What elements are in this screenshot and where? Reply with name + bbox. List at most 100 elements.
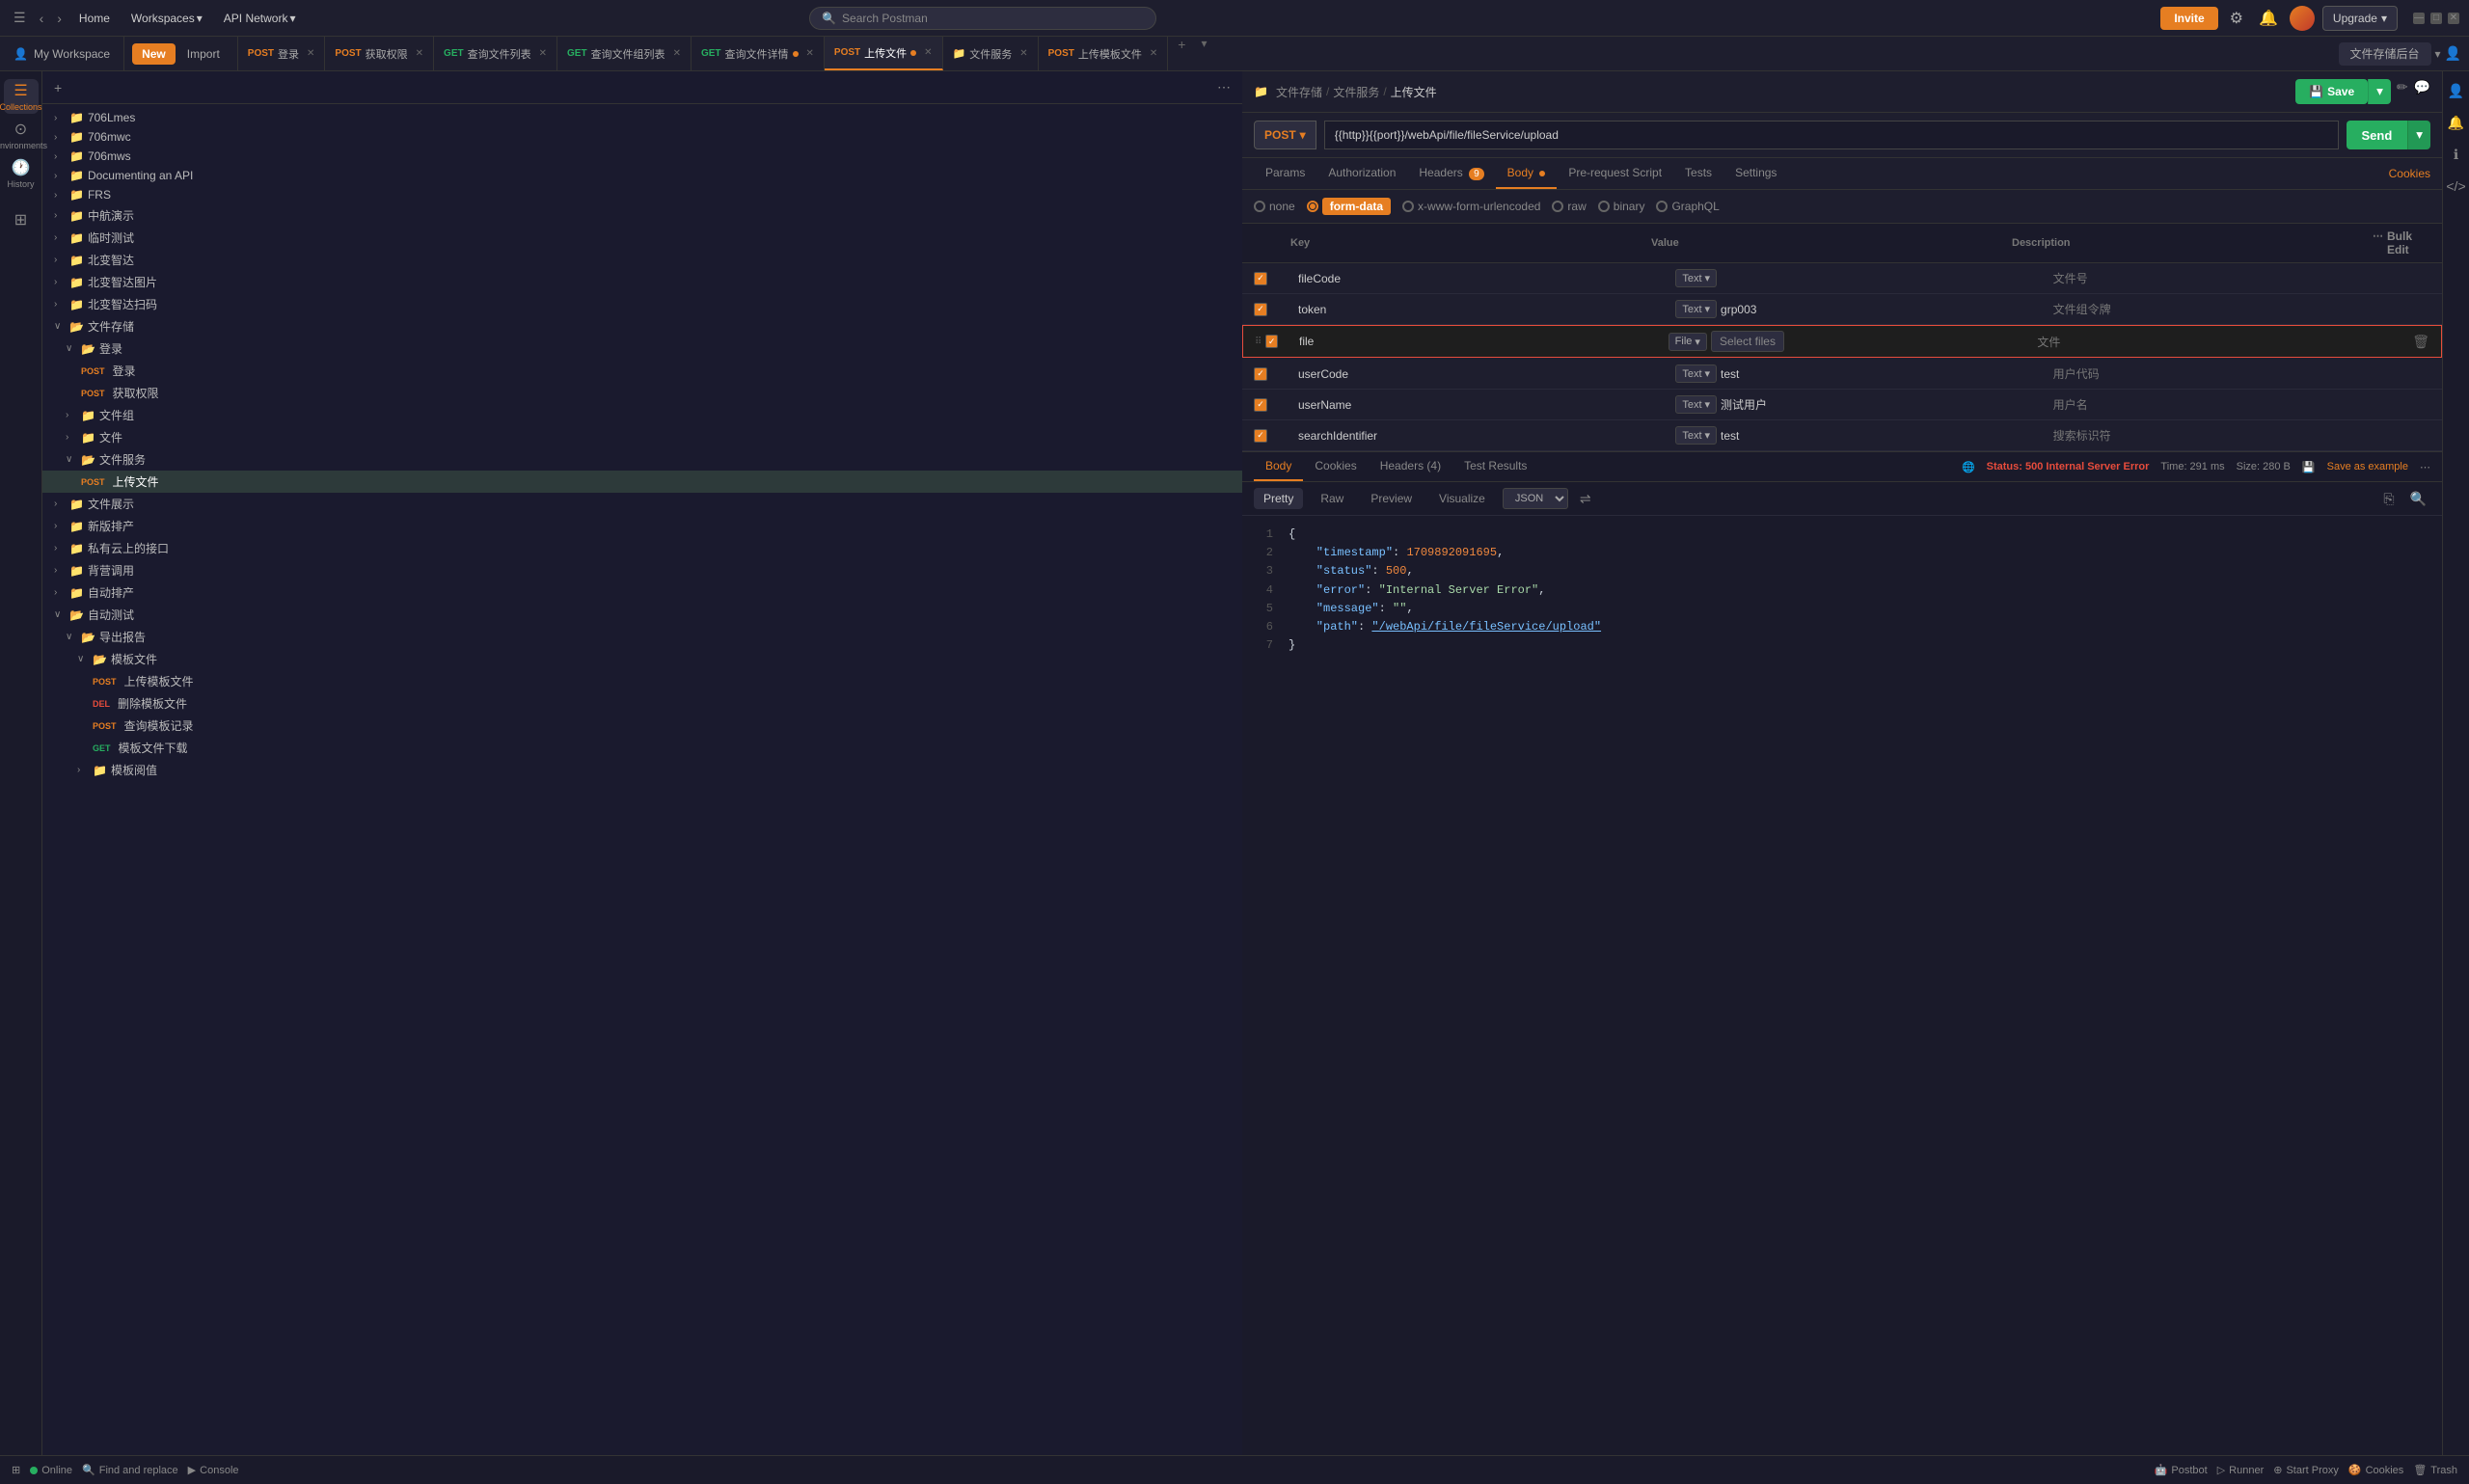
right-icon-person[interactable]: 👤: [2444, 79, 2468, 103]
param-key-username[interactable]: userName: [1290, 398, 1675, 412]
breadcrumb-part2[interactable]: 文件服务: [1333, 84, 1379, 100]
find-replace-button[interactable]: 🔍 Find and replace: [82, 1464, 178, 1476]
tree-item-docapi[interactable]: › 📁 Documenting an API: [42, 166, 1242, 185]
save-example-link[interactable]: Save as example: [2327, 461, 2408, 472]
settings-icon[interactable]: ⚙: [2226, 5, 2247, 32]
tab-close-icon[interactable]: ✕: [539, 48, 547, 59]
param-desc-usercode[interactable]: 用户代码: [2046, 365, 2430, 382]
new-button[interactable]: New: [132, 43, 176, 65]
tree-item-getauth-req[interactable]: POST 获取权限: [42, 382, 1242, 404]
json-tab-raw[interactable]: Raw: [1311, 488, 1353, 509]
resp-tab-cookies[interactable]: Cookies: [1303, 452, 1368, 481]
drag-handle-icon[interactable]: ⠿: [1255, 337, 1262, 347]
radio-binary[interactable]: binary: [1598, 200, 1645, 213]
param-checkbox-searchid[interactable]: [1254, 429, 1267, 443]
tree-item-linshi[interactable]: › 📁 临时测试: [42, 227, 1242, 249]
json-search-icon[interactable]: 🔍: [2406, 489, 2430, 509]
tab-body[interactable]: Body: [1496, 158, 1558, 189]
tab-close-icon[interactable]: ✕: [673, 48, 681, 59]
tab-querydetail[interactable]: GET 查询文件详情 ✕: [692, 37, 825, 70]
comment-icon[interactable]: 💬: [2414, 79, 2430, 104]
json-tab-pretty[interactable]: Pretty: [1254, 488, 1303, 509]
json-format-select[interactable]: JSON: [1503, 488, 1568, 509]
breadcrumb-part1[interactable]: 文件存储: [1276, 84, 1322, 100]
type-selector-usercode[interactable]: Text ▾: [1675, 364, 1717, 383]
back-icon[interactable]: ‹: [36, 7, 48, 30]
notifications-icon[interactable]: 🔔: [2255, 5, 2282, 32]
workspaces-nav[interactable]: Workspaces ▾: [123, 8, 210, 29]
right-icon-code[interactable]: </>: [2442, 175, 2469, 198]
radio-raw[interactable]: raw: [1552, 200, 1586, 213]
tree-item-beibiansaoma[interactable]: › 📁 北变智达扫码: [42, 293, 1242, 315]
tree-item-deletetemplate[interactable]: DEL 删除模板文件: [42, 692, 1242, 715]
param-value-text-username[interactable]: 测试用户: [1721, 396, 1767, 413]
tab-close-icon[interactable]: ✕: [1019, 48, 1027, 59]
response-more-icon[interactable]: ⋯: [2420, 461, 2430, 473]
tree-item-autotest[interactable]: ∨ 📂 自动测试: [42, 604, 1242, 626]
tab-headers[interactable]: Headers 9: [1407, 158, 1495, 189]
postbot-button[interactable]: 🤖 Postbot: [2155, 1464, 2208, 1476]
param-desc-file[interactable]: 文件: [2029, 334, 2406, 350]
add-tab-button[interactable]: +: [1168, 37, 1195, 70]
maximize-button[interactable]: □: [2430, 13, 2442, 24]
tab-close-icon[interactable]: ✕: [1150, 48, 1157, 59]
radio-graphql[interactable]: GraphQL: [1656, 200, 1719, 213]
send-dropdown-button[interactable]: ▾: [2407, 121, 2430, 149]
tab-uploadtemplate[interactable]: POST 上传模板文件 ✕: [1039, 37, 1169, 70]
param-desc-username[interactable]: 用户名: [2046, 396, 2430, 413]
param-desc-filecode[interactable]: 文件号: [2046, 270, 2430, 286]
import-button[interactable]: Import: [177, 43, 230, 65]
resp-tab-testresults[interactable]: Test Results: [1452, 452, 1538, 481]
console-button[interactable]: ▶ Console: [188, 1464, 239, 1476]
tree-item-background[interactable]: › 📁 背营调用: [42, 559, 1242, 581]
tab-authorization[interactable]: Authorization: [1316, 158, 1407, 189]
json-tab-preview[interactable]: Preview: [1361, 488, 1422, 509]
tree-item-706lmes[interactable]: › 📁 706Lmes: [42, 108, 1242, 127]
tree-item-templateval[interactable]: › 📁 模板阅值: [42, 759, 1242, 781]
minimize-button[interactable]: —: [2413, 13, 2425, 24]
param-checkbox-file[interactable]: [1265, 335, 1278, 348]
workspace-name-label[interactable]: 文件存储后台: [2339, 42, 2431, 66]
bottom-layout-icon[interactable]: ⊞: [12, 1464, 20, 1476]
tree-item-login-folder[interactable]: ∨ 📂 登录: [42, 337, 1242, 360]
param-key-searchid[interactable]: searchIdentifier: [1290, 429, 1675, 443]
radio-urlencoded[interactable]: x-www-form-urlencoded: [1402, 200, 1540, 213]
param-checkbox-filecode[interactable]: [1254, 272, 1267, 285]
invite-button[interactable]: Invite: [2160, 7, 2217, 30]
json-copy-icon[interactable]: ⎘: [2379, 489, 2398, 509]
avatar[interactable]: [2290, 6, 2315, 31]
search-bar[interactable]: 🔍 Search Postman: [809, 7, 1156, 30]
tree-item-newversion[interactable]: › 📁 新版排产: [42, 515, 1242, 537]
forward-icon[interactable]: ›: [53, 7, 66, 30]
param-key-file[interactable]: file: [1291, 335, 1669, 348]
json-format-icon[interactable]: ⇌: [1576, 489, 1595, 509]
online-status[interactable]: Online: [30, 1465, 72, 1476]
bulk-edit-button[interactable]: Bulk Edit: [2387, 229, 2430, 256]
tree-item-uploadtemplate[interactable]: POST 上传模板文件: [42, 670, 1242, 692]
type-selector-token[interactable]: Text ▾: [1675, 300, 1717, 318]
param-key-usercode[interactable]: userCode: [1290, 367, 1675, 381]
url-input[interactable]: [1324, 121, 2339, 149]
tree-item-fileservice-folder[interactable]: ∨ 📂 文件服务: [42, 448, 1242, 471]
tree-item-querytemplate[interactable]: POST 查询模板记录: [42, 715, 1242, 737]
home-nav[interactable]: Home: [71, 8, 118, 29]
tree-item-templatefile[interactable]: ∨ 📂 模板文件: [42, 648, 1242, 670]
method-selector[interactable]: POST ▾: [1254, 121, 1316, 149]
hamburger-icon[interactable]: ☰: [10, 6, 30, 30]
right-icon-bell[interactable]: 🔔: [2444, 111, 2468, 135]
param-delete-file[interactable]: 🗑: [2406, 334, 2429, 350]
tab-login[interactable]: POST 登录 ✕: [238, 37, 326, 70]
tree-item-beibiantupi[interactable]: › 📁 北变智达图片: [42, 271, 1242, 293]
tree-item-fileshowcase[interactable]: › 📁 文件展示: [42, 493, 1242, 515]
tab-querygroups[interactable]: GET 查询文件组列表 ✕: [557, 37, 692, 70]
tab-fileservice[interactable]: 📁 文件服务 ✕: [943, 37, 1039, 70]
tree-item-zhong航[interactable]: › 📁 中航演示: [42, 204, 1242, 227]
start-proxy-button[interactable]: ⊕ Start Proxy: [2273, 1464, 2339, 1476]
resp-tab-body[interactable]: Body: [1254, 452, 1303, 481]
param-checkbox-usercode[interactable]: [1254, 367, 1267, 381]
edit-icon[interactable]: ✏: [2397, 79, 2408, 104]
type-selector-file[interactable]: File ▾: [1669, 333, 1707, 351]
param-checkbox-token[interactable]: [1254, 303, 1267, 316]
tab-overflow-button[interactable]: ▾: [1195, 37, 1212, 70]
param-key-token[interactable]: token: [1290, 303, 1675, 316]
